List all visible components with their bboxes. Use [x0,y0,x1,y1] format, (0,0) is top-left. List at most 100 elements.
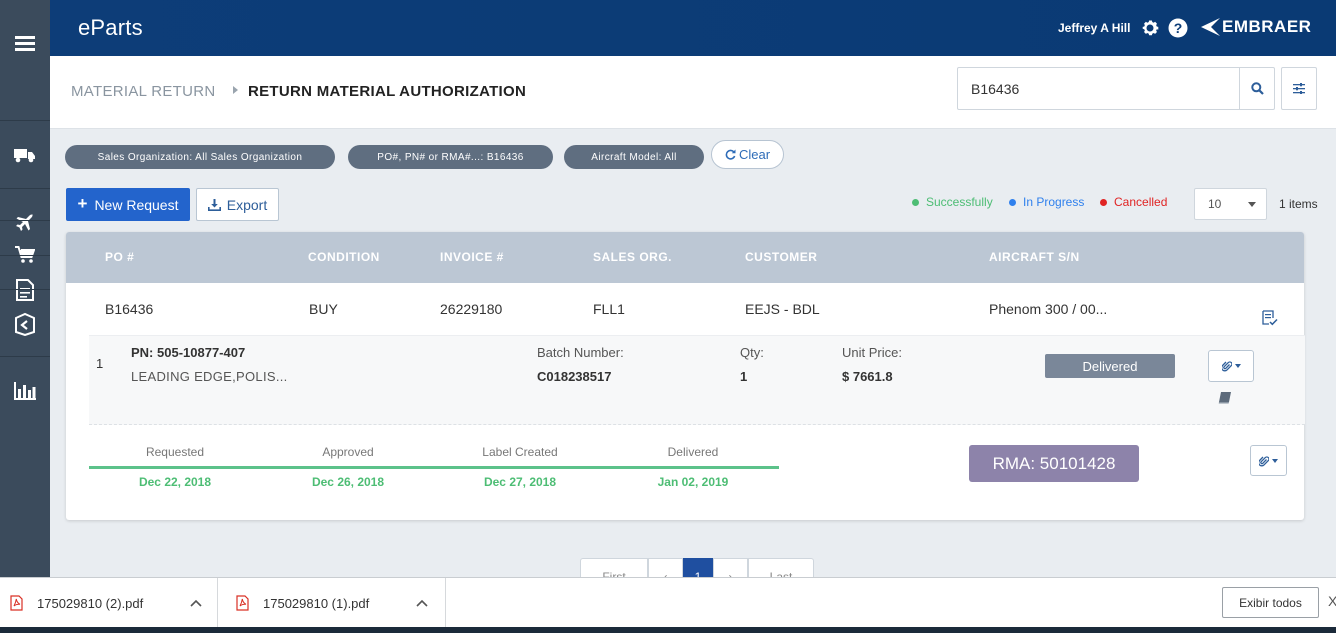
app-header: eParts Jeffrey A Hill ? EMBRAER [50,0,1336,56]
status-dot-icon [1009,198,1016,206]
column-header-customer[interactable]: CUSTOMER [745,250,817,264]
timeline-step-label: Approved [322,445,374,459]
paperclip-icon [1259,455,1269,466]
rma-number-badge: RMA: 50101428 [969,445,1139,482]
book-icon [1218,392,1231,404]
sidebar-item-reports[interactable] [0,356,50,424]
batch-number-label: Batch Number: [537,345,624,360]
page-title: RETURN MATERIAL AUTHORIZATION [248,83,527,100]
batch-number-value: C018238517 [537,369,612,384]
line-item-pn: PN: 505-10877-407 [131,345,246,360]
truck-icon [14,148,35,162]
legend-label: Cancelled [1114,195,1168,209]
timeline-step-label: Delivered [667,445,719,459]
line-item-row: 1 PN: 505-10877-407 LEADING EDGE,POLIS..… [89,335,1305,425]
checklist-icon [1262,310,1278,326]
rma-table: PO # CONDITION INVOICE # SALES ORG. CUST… [66,232,1305,520]
line-item-attachment-button[interactable] [1208,350,1254,382]
qty-value: 1 [740,369,748,384]
chevron-down-icon [1248,202,1256,207]
new-request-button[interactable]: + New Request [66,188,190,221]
legend-cancelled: Cancelled [1100,195,1167,209]
clear-filters-label: Clear [738,147,771,162]
filter-chip-sales-org[interactable]: Sales Organization: All Sales Organizati… [65,145,335,169]
column-header-aircraft-sn[interactable]: AIRCRAFT S/N [989,250,1080,264]
column-header-invoice[interactable]: INVOICE # [440,250,504,264]
timeline-step-date: Dec 22, 2018 [138,475,212,489]
search-button[interactable] [1239,68,1275,109]
search-box [957,67,1275,110]
cell-condition: BUY [309,301,338,317]
download-icon [207,198,221,211]
help-button[interactable]: ? [1168,18,1188,38]
menu-toggle-button[interactable] [0,24,50,64]
paperclip-icon [1221,361,1232,372]
pagination-first[interactable]: First [580,558,648,577]
embraer-logo-mark-icon [1201,18,1220,36]
pdf-file-icon [236,595,249,611]
return-box-icon [15,312,35,336]
sidebar-item-shipping[interactable] [0,120,50,188]
show-all-downloads-button[interactable]: Exibir todos [1222,587,1319,618]
hamburger-icon [15,36,35,51]
line-item-description: LEADING EDGE,POLIS... [131,369,288,384]
legend-successfully: Successfully [912,195,993,209]
export-label: Export [226,196,268,213]
download-file-name: 175029810 (1).pdf [263,595,370,611]
qty-label: Qty: [740,345,764,360]
gear-icon [1142,20,1159,36]
search-input[interactable] [958,68,1239,109]
search-icon [1251,82,1264,95]
unit-price-value: $ 7661.8 [842,369,893,384]
pagination-next[interactable]: › [713,558,748,577]
breadcrumb-material-return[interactable]: MATERIAL RETURN [71,83,216,100]
cell-invoice: 26229180 [440,301,503,317]
timeline-progress-bar [89,466,779,469]
embraer-logo-text: EMBRAER [1222,17,1312,36]
timeline-step-date: Dec 27, 2018 [483,475,557,489]
pagination-page-1[interactable]: 1 [683,558,713,577]
pagination-last[interactable]: Last [748,558,814,577]
legend-label: Successfully [926,195,993,209]
column-header-po[interactable]: PO # [105,250,134,264]
embraer-logo: EMBRAER [1198,16,1311,38]
filter-chip-search[interactable]: PO#, PN# or RMA#...: B16436 [348,145,553,169]
page-size-value: 10 [1208,197,1222,211]
download-file-name: 175029810 (2).pdf [37,595,144,611]
status-dot-icon [912,198,919,206]
cell-aircraft: Phenom 300 / 00... [989,301,1108,317]
advanced-filter-button[interactable] [1281,67,1317,110]
app-brand[interactable]: eParts [78,15,143,41]
pdf-file-icon [10,595,23,611]
timeline-step-date: Dec 26, 2018 [311,475,385,489]
sidebar [0,0,50,577]
refresh-icon [725,149,736,160]
download-bar: 175029810 (2).pdf 175029810 (1).pdf Exib… [0,577,1336,633]
clear-filters-button[interactable]: Clear [711,140,784,169]
legend-label: In Progress [1023,195,1085,209]
export-button[interactable]: Export [196,188,279,221]
plus-icon: + [77,193,88,213]
pagination-prev[interactable]: ‹ [648,558,683,577]
chevron-up-icon[interactable] [416,598,428,608]
page-size-select[interactable]: 10 [1194,188,1267,220]
close-download-bar-button[interactable]: X [1328,593,1336,609]
cell-po: B16436 [105,301,154,317]
sidebar-item-material-return[interactable] [0,289,50,357]
line-item-notes-button[interactable] [1218,391,1234,407]
legend-in-progress: In Progress [1009,195,1084,209]
download-item[interactable]: 175029810 (2).pdf [0,578,218,628]
column-header-condition[interactable]: CONDITION [308,250,380,264]
column-header-sales-org[interactable]: SALES ORG. [593,250,672,264]
settings-button[interactable] [1140,18,1160,38]
user-name[interactable]: Jeffrey A Hill [1058,21,1130,35]
row-details-button[interactable] [1262,310,1280,328]
chevron-down-icon [1272,458,1278,463]
chevron-up-icon[interactable] [190,598,202,608]
rma-attachment-button[interactable] [1250,445,1287,476]
sliders-icon [1293,83,1305,94]
timeline-step-date: Jan 02, 2019 [657,475,729,489]
download-item[interactable]: 175029810 (1).pdf [218,578,446,628]
cell-customer: EEJS - BDL [745,301,820,317]
filter-chip-aircraft-model[interactable]: Aircraft Model: All [564,145,704,169]
